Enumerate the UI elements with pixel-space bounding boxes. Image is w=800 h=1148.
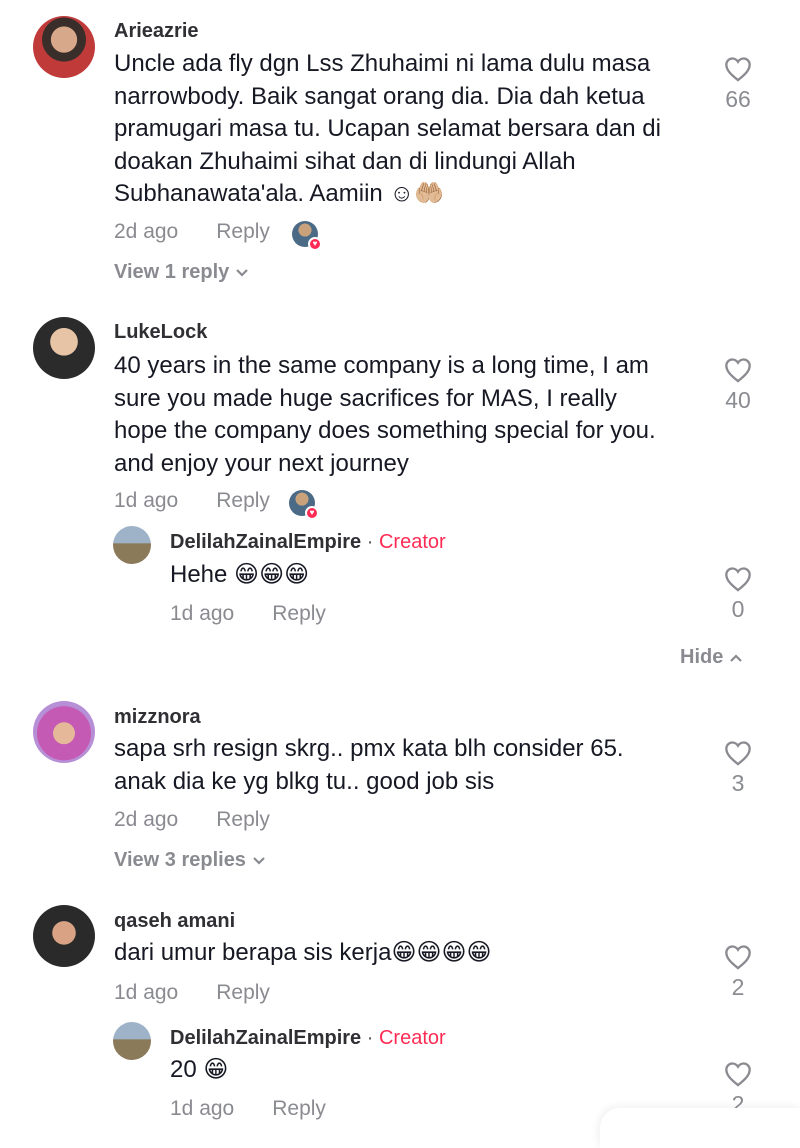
avatar[interactable]: [113, 526, 151, 564]
heart-outline-icon: [725, 57, 751, 82]
comment-text: sapa srh resign skrg.. pmx kata blh cons…: [114, 735, 624, 795]
view-replies-label: View 3 replies: [114, 849, 246, 871]
avatar[interactable]: [113, 1022, 151, 1060]
like-button[interactable]: 0: [708, 566, 768, 623]
comment-meta: 2d ago Reply: [114, 220, 270, 244]
view-replies-label: View 1 reply: [114, 261, 230, 283]
comment-meta: 2d ago Reply: [114, 808, 270, 832]
reply-text: Hehe 😁😁😁: [170, 561, 310, 588]
heart-outline-icon: [725, 945, 751, 970]
reply-time: 1d ago: [170, 1097, 235, 1120]
creator-liked-avatar: ♥: [292, 221, 322, 251]
reply-author[interactable]: DelilahZainalEmpire: [170, 531, 361, 553]
comment-time: 2d ago: [114, 220, 179, 243]
like-count: 0: [731, 596, 745, 622]
like-count: 3: [731, 770, 745, 796]
floating-card-edge: [600, 1108, 800, 1148]
comment-time: 2d ago: [114, 808, 179, 831]
reply-button[interactable]: Reply: [216, 489, 270, 512]
creator-badge: Creator: [378, 1027, 446, 1049]
reply-button[interactable]: Reply: [272, 1097, 326, 1120]
creator-liked-avatar: ♥: [289, 490, 319, 520]
like-count: 66: [725, 86, 751, 112]
comment-meta: 1d ago Reply: [114, 489, 270, 513]
heart-outline-icon: [725, 567, 751, 592]
chevron-down-icon: [253, 856, 265, 865]
comment-username[interactable]: mizznora: [114, 706, 201, 729]
like-button[interactable]: 66: [708, 56, 768, 113]
avatar[interactable]: [33, 16, 95, 78]
comment-text: Uncle ada fly dgn Lss Zhuhaimi ni lama d…: [114, 50, 661, 207]
comment-username[interactable]: LukeLock: [114, 321, 207, 344]
reply-meta: 1d ago Reply: [170, 602, 326, 626]
hide-label: Hide: [680, 646, 724, 668]
comment-username[interactable]: Arieazrie: [114, 20, 199, 43]
comment-text: 40 years in the same company is a long t…: [114, 352, 656, 477]
heart-icon: ♥: [305, 506, 319, 520]
heart-icon: ♥: [308, 237, 322, 251]
separator: ·: [366, 531, 374, 553]
like-count: 2: [731, 974, 745, 1000]
separator: ·: [366, 1027, 374, 1049]
avatar[interactable]: [33, 701, 95, 763]
heart-outline-icon: [725, 1062, 751, 1087]
like-count: 40: [725, 387, 751, 413]
reply-button[interactable]: Reply: [272, 602, 326, 625]
chevron-down-icon: [236, 268, 249, 277]
view-replies-button[interactable]: View 3 replies: [114, 849, 266, 872]
reply-username: DelilahZainalEmpire · Creator: [170, 1027, 446, 1050]
like-button[interactable]: 40: [708, 357, 768, 414]
comment-time: 1d ago: [114, 489, 179, 512]
reply-author[interactable]: DelilahZainalEmpire: [170, 1027, 361, 1049]
comment-username[interactable]: qaseh amani: [114, 910, 235, 933]
comment-time: 1d ago: [114, 981, 179, 1004]
view-replies-button[interactable]: View 1 reply: [114, 261, 249, 284]
reply-time: 1d ago: [170, 602, 235, 625]
heart-outline-icon: [725, 741, 751, 766]
like-button[interactable]: 3: [708, 740, 768, 797]
reply-button[interactable]: Reply: [216, 981, 270, 1004]
avatar[interactable]: [33, 905, 95, 967]
like-button[interactable]: 2: [708, 944, 768, 1001]
heart-outline-icon: [725, 358, 751, 383]
reply-button[interactable]: Reply: [216, 808, 270, 831]
reply-username: DelilahZainalEmpire · Creator: [170, 531, 446, 554]
reply-meta: 1d ago Reply: [170, 1097, 326, 1121]
reply-text: 20 😁: [170, 1056, 229, 1083]
reply-button[interactable]: Reply: [216, 220, 270, 243]
hide-replies-button[interactable]: Hide: [680, 646, 743, 669]
comment-text: dari umur berapa sis kerja😁😁😁😁: [114, 939, 492, 966]
comment-meta: 1d ago Reply: [114, 981, 270, 1005]
avatar[interactable]: [33, 317, 95, 379]
chevron-up-icon: [730, 654, 743, 662]
creator-badge: Creator: [378, 531, 446, 553]
